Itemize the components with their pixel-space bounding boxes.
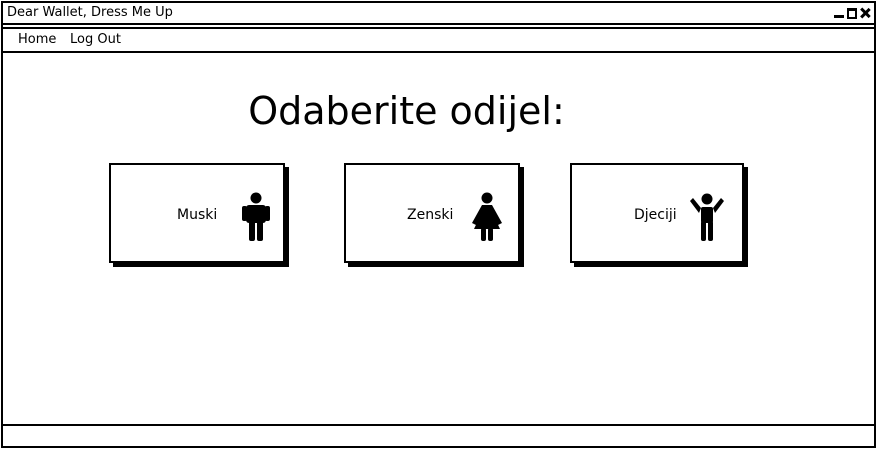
category-muski-button[interactable]: Muski [109, 163, 285, 263]
child-icon [690, 193, 724, 241]
maximize-icon[interactable] [847, 7, 857, 19]
category-label: Muski [177, 207, 218, 223]
menu-item-log-out[interactable]: Log Out [70, 32, 121, 48]
minimize-icon[interactable] [833, 7, 845, 19]
page-title: Odaberite odijel: [3, 89, 874, 133]
page-title-text: Odaberite odijel: [248, 89, 565, 133]
menu-bar: Home Log Out [3, 27, 874, 53]
category-zenski-button[interactable]: Zenski [344, 163, 520, 263]
app-window: Dear Wallet, Dress Me Up Home Log Out Od… [1, 1, 876, 448]
window-controls [833, 6, 871, 20]
menu-item-home[interactable]: Home [18, 32, 56, 48]
man-icon [242, 192, 270, 241]
close-icon[interactable] [859, 7, 871, 19]
category-label: Djeciji [634, 207, 677, 223]
window-title: Dear Wallet, Dress Me Up [7, 5, 173, 20]
category-label: Zenski [407, 207, 454, 223]
status-bar [3, 424, 874, 446]
category-djeciji-button[interactable]: Djeciji [570, 163, 744, 263]
woman-icon [472, 192, 502, 241]
title-bar: Dear Wallet, Dress Me Up [3, 3, 874, 25]
